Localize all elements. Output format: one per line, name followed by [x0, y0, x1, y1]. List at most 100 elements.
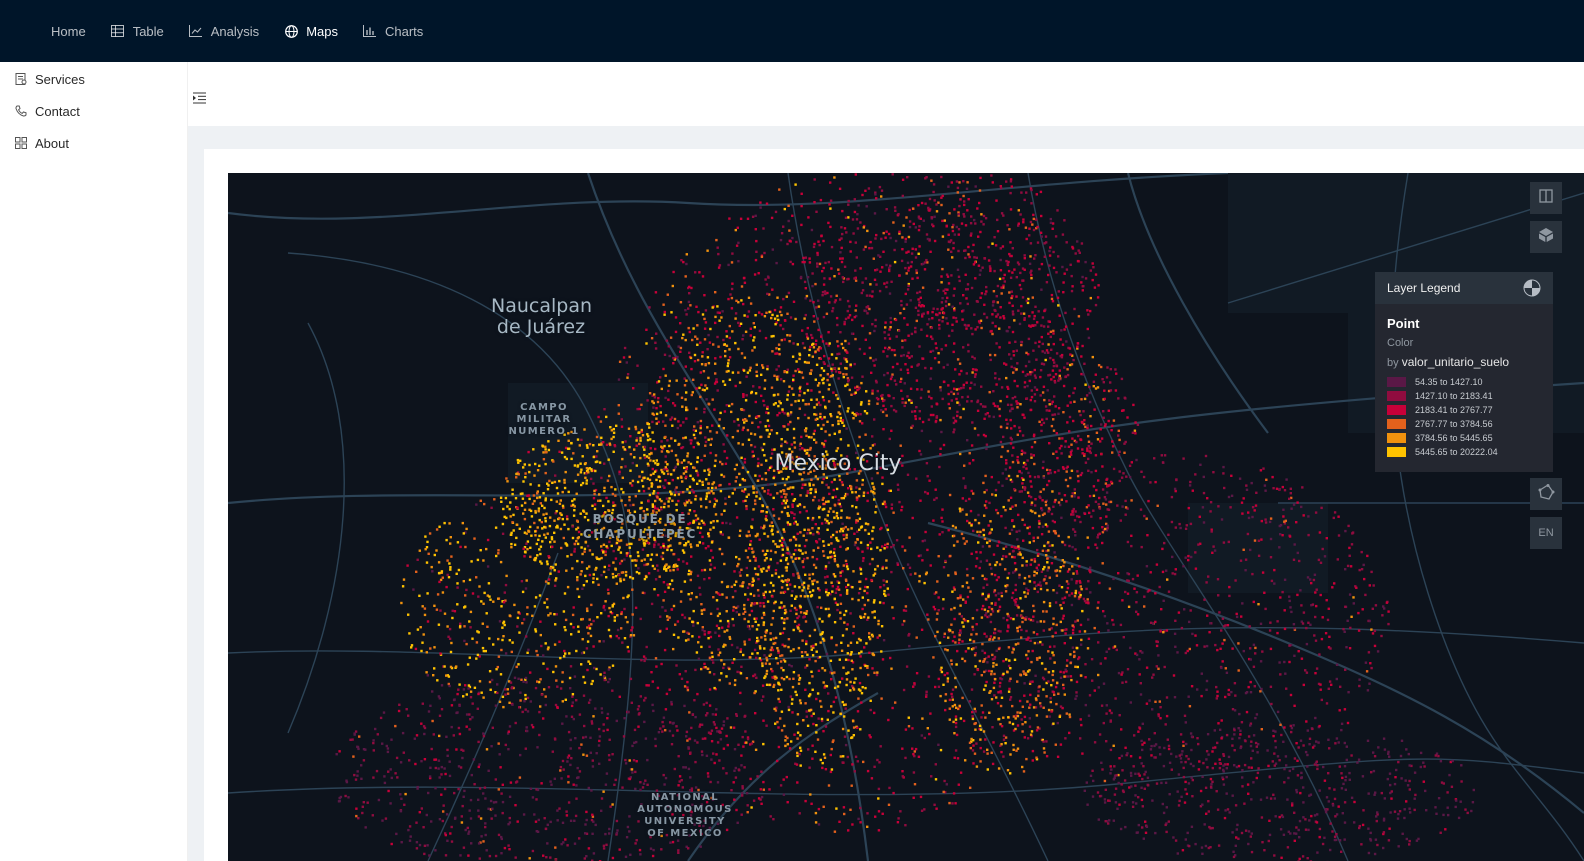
map-point	[713, 505, 716, 508]
map-point	[992, 390, 995, 393]
map-point	[421, 605, 424, 608]
nav-charts[interactable]: Charts	[363, 0, 423, 62]
map-point	[1070, 578, 1073, 581]
map-point	[743, 617, 746, 621]
map-point	[698, 271, 701, 274]
map-point	[815, 339, 818, 342]
nav-analysis[interactable]: Analysis	[189, 0, 259, 62]
map-point	[1052, 342, 1055, 346]
map-point	[685, 253, 688, 256]
map-point	[914, 326, 917, 330]
map-point	[705, 506, 708, 509]
menu-fold-icon[interactable]	[193, 91, 207, 105]
map-point	[755, 363, 758, 366]
map-point	[973, 427, 977, 430]
map-point	[914, 330, 917, 334]
map-point	[816, 251, 819, 255]
map-point	[741, 477, 744, 481]
map-point	[1022, 465, 1025, 469]
map-point	[693, 353, 697, 357]
map-point	[756, 775, 759, 778]
map-point	[993, 404, 997, 408]
map-canvas[interactable]: Naucalpan de Juárez CAMPO MILITAR NUMERO…	[228, 173, 1584, 861]
map-point	[521, 622, 524, 625]
map-point	[987, 655, 990, 658]
map-point	[675, 664, 678, 667]
map-point	[901, 194, 904, 198]
map-point	[950, 181, 953, 184]
map-point	[1038, 581, 1042, 584]
map-point	[679, 350, 682, 353]
map-point	[830, 480, 834, 484]
map-point	[683, 685, 687, 688]
map-point	[689, 578, 692, 582]
map-point	[414, 647, 418, 651]
map-point	[914, 572, 917, 575]
map-point	[932, 183, 936, 186]
map-point	[696, 474, 700, 477]
map-point	[926, 613, 929, 616]
sidebar-item-services[interactable]: Services	[0, 63, 187, 95]
map-point	[629, 435, 632, 438]
map-point	[774, 572, 778, 575]
map-point	[1268, 520, 1272, 524]
map-point	[833, 830, 837, 833]
map-point	[873, 765, 876, 768]
map-point	[520, 580, 524, 583]
map-point	[917, 215, 921, 218]
map-point	[847, 487, 850, 490]
map-point	[1008, 341, 1011, 344]
nav-home[interactable]: Home	[51, 0, 86, 62]
map-point	[641, 470, 644, 474]
map-point	[942, 366, 945, 369]
map-point	[571, 695, 574, 698]
map-point	[900, 299, 903, 303]
map-point	[498, 620, 502, 623]
map-point	[971, 371, 974, 374]
map-point	[937, 609, 940, 612]
map-point	[1084, 703, 1087, 707]
map-point	[964, 249, 967, 252]
nav-table[interactable]: Table	[111, 0, 164, 62]
map-point	[918, 245, 921, 248]
map-point	[462, 580, 465, 583]
map-point	[752, 385, 755, 388]
map-point	[896, 563, 900, 566]
map-point	[732, 781, 735, 784]
map-point	[928, 732, 931, 736]
map-point	[738, 557, 741, 561]
map-point	[683, 616, 687, 619]
map-point	[690, 393, 693, 397]
map-road	[287, 322, 345, 734]
map-point	[719, 355, 722, 359]
map-point	[502, 620, 506, 623]
map-point	[723, 383, 727, 386]
sidebar-item-contact[interactable]: Contact	[0, 95, 187, 127]
map-point	[1235, 615, 1239, 619]
map-point	[707, 535, 711, 538]
map-point	[991, 332, 994, 336]
map-point	[790, 665, 793, 668]
map-point	[847, 203, 850, 206]
map-point	[688, 617, 691, 620]
map-point	[729, 726, 733, 729]
map-point	[1041, 418, 1044, 421]
nav-maps[interactable]: Maps	[284, 0, 338, 62]
map-point	[930, 326, 933, 329]
map-point	[986, 541, 989, 544]
map-point	[1009, 496, 1013, 499]
map-point	[1130, 534, 1133, 537]
map-point	[825, 652, 829, 656]
map-point	[731, 371, 735, 374]
map-point	[919, 396, 923, 400]
map-point	[994, 376, 997, 380]
map-point	[1178, 522, 1181, 526]
map-point	[445, 674, 448, 677]
map-point	[953, 287, 956, 290]
map-point	[686, 688, 690, 692]
sidebar-item-about[interactable]: About	[0, 127, 187, 159]
map-point	[761, 364, 764, 367]
map-point	[510, 650, 513, 654]
map-point	[898, 500, 901, 504]
map-point	[771, 248, 774, 251]
